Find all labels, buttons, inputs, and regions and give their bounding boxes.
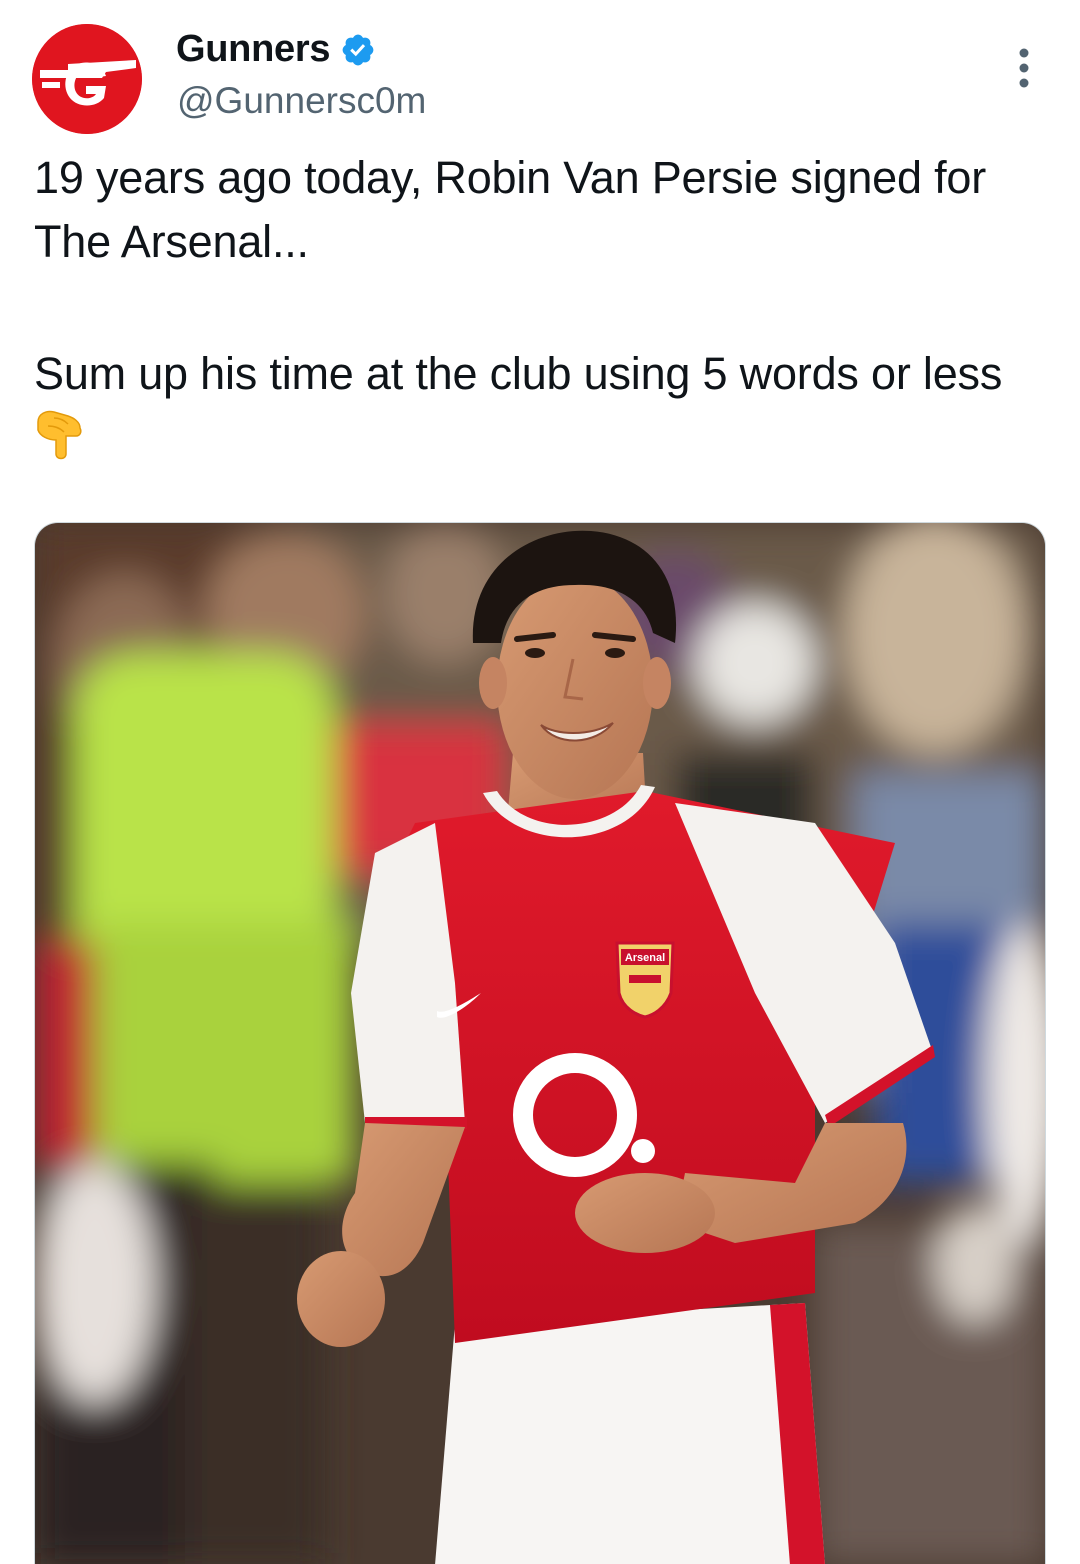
tweet: Gunners @Gunnersc0m 19 years ago today, … bbox=[0, 0, 1080, 1564]
author-handle[interactable]: @Gunnersc0m bbox=[177, 80, 426, 122]
backhand-index-pointing-down-icon bbox=[37, 410, 82, 460]
more-options-icon[interactable] bbox=[1004, 46, 1044, 90]
tweet-text-line-1: 19 years ago today, Robin Van Persie sig… bbox=[34, 152, 987, 267]
crest-text: Arsenal bbox=[625, 952, 665, 964]
author-display-name[interactable]: Gunners bbox=[176, 28, 330, 71]
author-name-row: Gunners bbox=[176, 28, 376, 71]
tweet-text: 19 years ago today, Robin Van Persie sig… bbox=[34, 146, 1054, 471]
gunners-logo-icon bbox=[32, 24, 142, 134]
tweet-text-line-2-text: Sum up his time at the club using 5 word… bbox=[34, 348, 1003, 399]
player-photo: Arsenal bbox=[35, 523, 1045, 1564]
tweet-media-photo[interactable]: Arsenal bbox=[34, 522, 1046, 1564]
tweet-text-line-2: Sum up his time at the club using 5 word… bbox=[34, 342, 1054, 471]
verified-badge-icon bbox=[342, 34, 374, 65]
author-avatar[interactable] bbox=[32, 24, 142, 134]
